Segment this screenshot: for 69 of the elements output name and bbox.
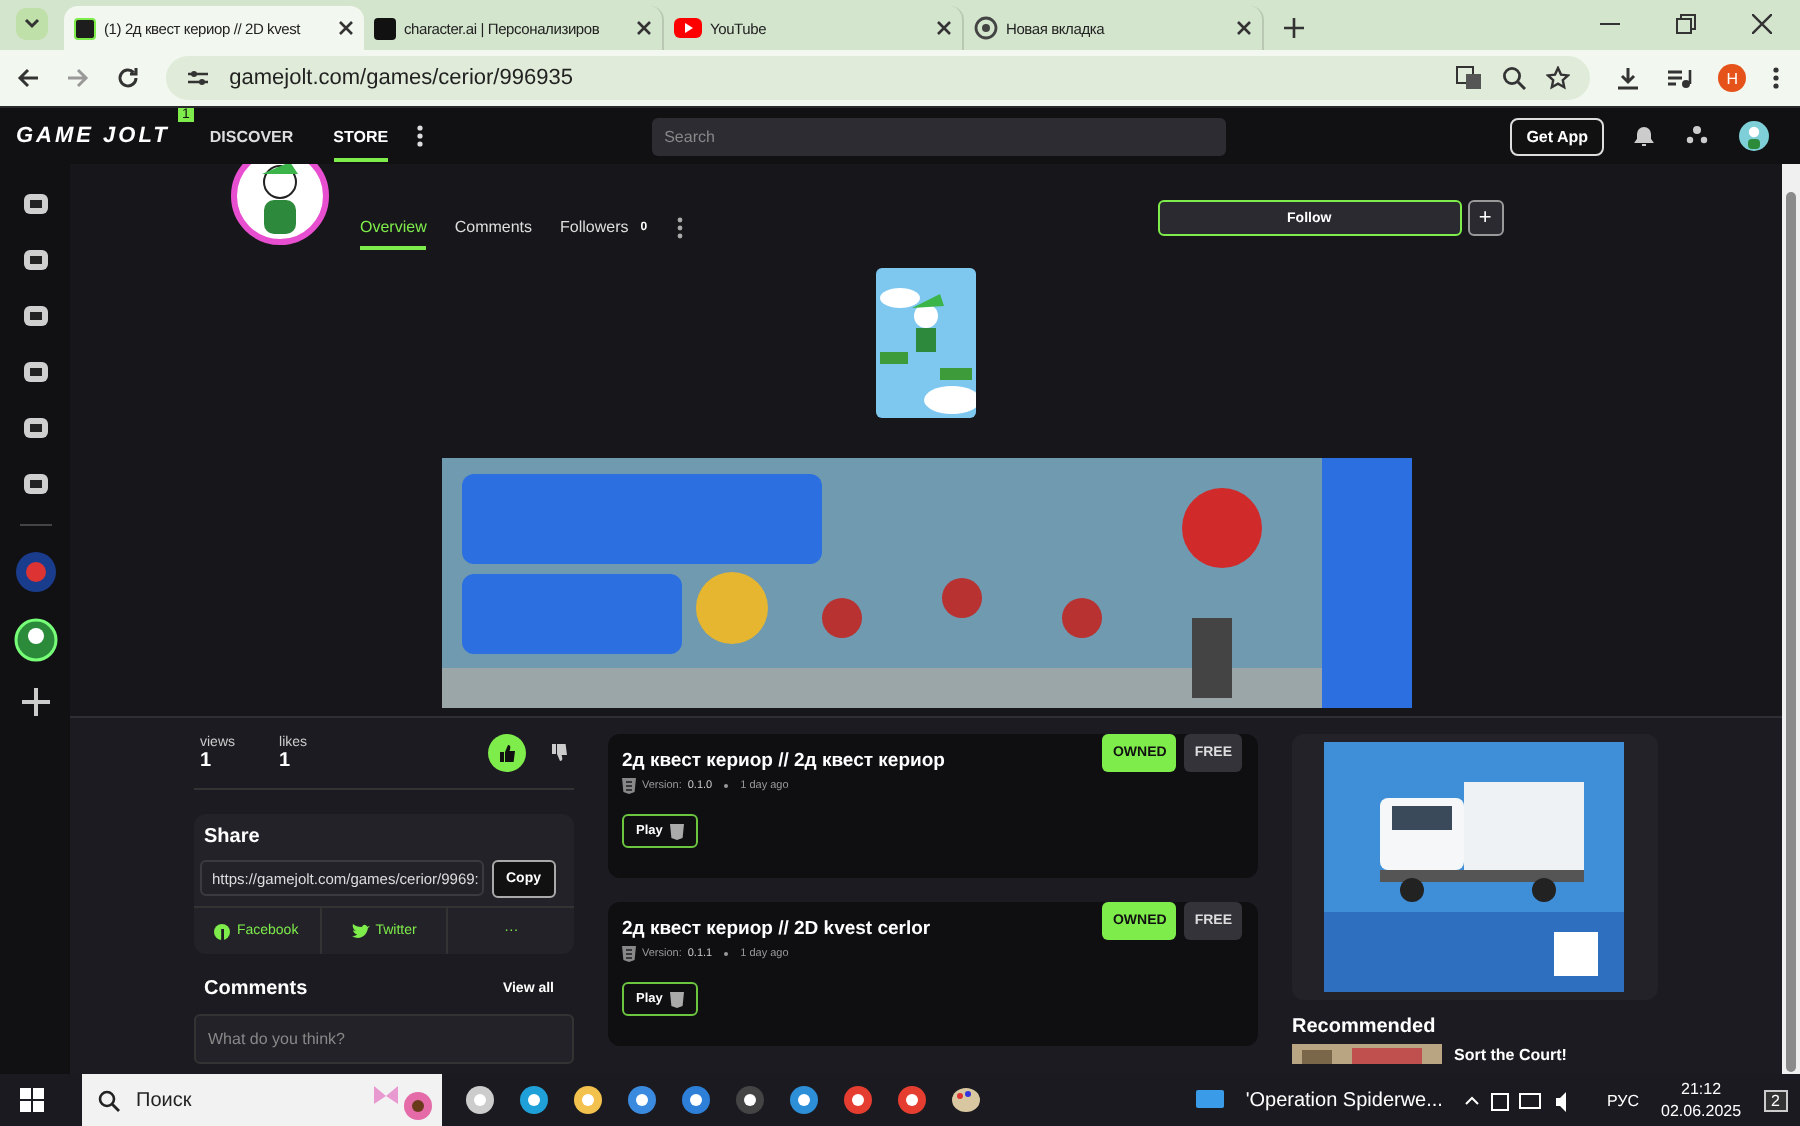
people-icon[interactable]: [1684, 124, 1710, 148]
html5-icon: [670, 823, 685, 839]
notification-count[interactable]: 2: [1763, 1089, 1788, 1111]
language-indicator[interactable]: РУС: [1606, 1091, 1639, 1109]
user-avatar[interactable]: [1738, 120, 1770, 152]
thumbs-down-icon[interactable]: [550, 744, 568, 762]
profile-tab[interactable]: Comments: [454, 206, 533, 250]
address-field[interactable]: gamejolt.com/games/cerior/996935: [165, 56, 1591, 100]
bird-icon: [351, 923, 370, 939]
community-avatar[interactable]: [13, 618, 57, 662]
comment-field[interactable]: What do you think?: [194, 1014, 574, 1064]
download-icon[interactable]: [1616, 66, 1641, 90]
app-icon[interactable]: [734, 1084, 766, 1116]
nav-link[interactable]: DISCOVER: [209, 111, 294, 161]
stat-value: 1: [279, 749, 293, 771]
forward-icon[interactable]: [65, 66, 90, 90]
recommended-heading: Recommended: [1292, 1016, 1438, 1038]
like-button[interactable]: [488, 734, 526, 772]
play-icon: [674, 18, 702, 38]
tab-list-button[interactable]: [16, 8, 48, 40]
star-icon[interactable]: [1546, 66, 1571, 90]
comments-heading: Comments: [202, 978, 310, 1000]
profile-avatar[interactable]: H: [1718, 64, 1747, 92]
search-field[interactable]: Search: [652, 117, 1227, 155]
profile-tab[interactable]: Overview: [360, 206, 427, 250]
app-icon: [374, 17, 396, 39]
site-settings-icon: [185, 68, 210, 88]
app-icon[interactable]: [788, 1084, 820, 1116]
html5-icon: [622, 778, 636, 794]
scrollbar[interactable]: [1782, 164, 1800, 1074]
more-icon[interactable]: [416, 124, 425, 148]
get-app-button[interactable]: Get App: [1510, 117, 1604, 155]
clock-time[interactable]: 21:12: [1681, 1078, 1722, 1100]
site-logo[interactable]: GAME JOLT: [16, 124, 170, 148]
html5-icon: [670, 991, 685, 1007]
back-icon[interactable]: [16, 66, 40, 90]
plus-icon[interactable]: [1284, 18, 1304, 38]
thumbs-up-icon: [498, 744, 516, 762]
html5-icon: [622, 946, 636, 962]
chevron-down-icon: [22, 14, 42, 34]
reload-icon[interactable]: [115, 66, 140, 90]
bell-icon[interactable]: [1632, 124, 1656, 148]
menu-icon[interactable]: [1772, 66, 1780, 90]
add-button[interactable]: +: [1467, 200, 1504, 236]
close-icon[interactable]: [936, 20, 952, 36]
close-icon[interactable]: [636, 20, 652, 36]
globe-icon: [974, 16, 998, 40]
stat-value: 1: [200, 749, 214, 771]
more-icon[interactable]: [675, 216, 684, 240]
separator-dot: [724, 952, 729, 956]
build-title: 2д квест кериор // 2D kvest cerlor: [622, 918, 931, 940]
facebook-icon: [214, 923, 231, 939]
clock-date[interactable]: 02.06.2025: [1661, 1100, 1742, 1122]
search-icon: [98, 1089, 120, 1111]
zoom-icon[interactable]: [1502, 66, 1527, 90]
translate-icon[interactable]: [1456, 66, 1483, 90]
windows-icon[interactable]: [20, 1088, 44, 1112]
taskbar-search-field[interactable]: Поиск: [82, 1074, 442, 1126]
notification-text[interactable]: 'Operation Spiderwe...: [1245, 1089, 1443, 1111]
restore-icon[interactable]: [1676, 14, 1696, 34]
separator-dot: [724, 784, 729, 788]
paint-icon[interactable]: [950, 1084, 982, 1116]
game-title[interactable]: Sort the Court!: [1454, 1046, 1567, 1064]
build-title: 2д квест кериор // 2д квест кериор: [622, 750, 945, 772]
share-heading: Share: [202, 826, 262, 848]
close-icon[interactable]: [1236, 20, 1252, 36]
close-icon[interactable]: [338, 20, 354, 36]
close-icon[interactable]: [1752, 14, 1772, 34]
media-icon[interactable]: [1666, 66, 1693, 90]
